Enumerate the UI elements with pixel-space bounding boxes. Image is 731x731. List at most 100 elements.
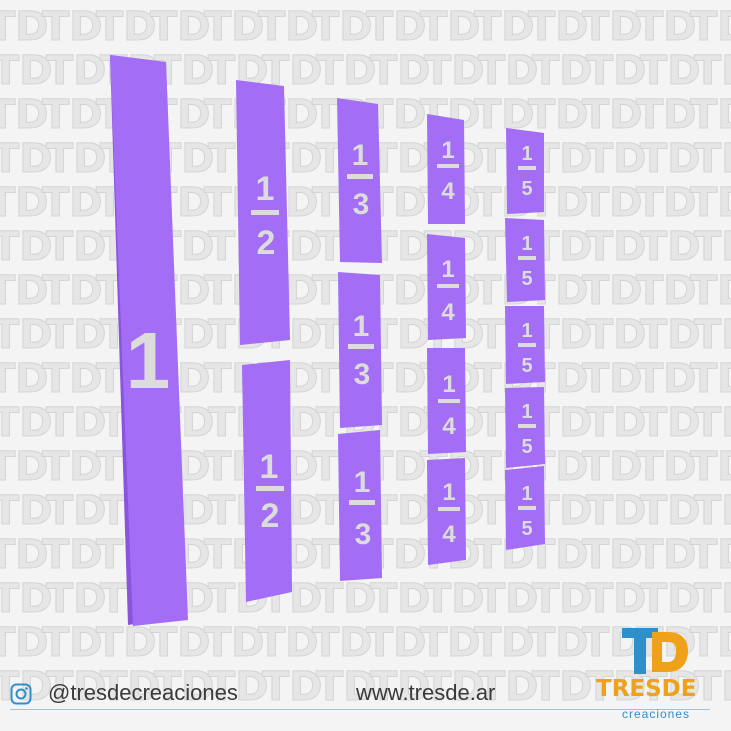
watermark-mark: TD [204, 620, 265, 666]
watermark-mark: TD [586, 48, 647, 94]
watermark-mark: TD [690, 532, 731, 578]
watermark-mark: TD [424, 576, 485, 622]
fourth-fraction-bar [438, 399, 460, 403]
watermark-mark: TD [0, 488, 53, 534]
watermark-mark: TD [46, 48, 107, 94]
watermark-mark: TD [0, 400, 53, 446]
watermark-mark: TD [46, 488, 107, 534]
watermark-mark: TD [640, 576, 701, 622]
fourth-numerator: 1 [441, 137, 454, 164]
watermark-mark: TD [586, 136, 647, 182]
fifth-denominator: 5 [521, 518, 532, 540]
watermark-mark: TD [96, 4, 157, 50]
fourth-piece: 1 4 [427, 234, 466, 340]
half-numerator: 1 [256, 170, 275, 208]
fourth-denominator: 4 [441, 178, 455, 205]
fifth-numerator: 1 [521, 401, 532, 423]
watermark-mark: TD [150, 4, 211, 50]
watermark-mark: TD [582, 356, 643, 402]
instagram-icon[interactable] [10, 683, 32, 705]
watermark-mark: TD [694, 576, 731, 622]
scene: TDTDTDTDTDTDTDTDTDTDTDTDTDTDTDTDTDTDTDTD… [0, 4, 731, 711]
watermark-mark: TD [586, 400, 647, 446]
watermark-mark: TD [46, 576, 107, 622]
fourth-numerator: 1 [441, 256, 454, 283]
watermark-mark: TD [582, 620, 643, 666]
watermark-mark: TD [424, 48, 485, 94]
watermark-mark: TD [636, 620, 697, 666]
watermark-mark: TD [694, 224, 731, 270]
whole-label: 1 [126, 316, 171, 405]
watermark-mark: TD [586, 224, 647, 270]
watermark-mark: TD [690, 4, 731, 50]
watermark-mark: TD [636, 532, 697, 578]
third-denominator: 3 [353, 188, 370, 221]
watermark-mark: TD [0, 312, 53, 358]
fifth-piece: 1 5 [505, 218, 545, 302]
watermark-mark: TD [258, 620, 319, 666]
watermark-mark: TD [690, 444, 731, 490]
watermark-mark: TD [366, 4, 427, 50]
fourth-denominator: 4 [442, 413, 456, 440]
thirds-column: 1 3 1 3 1 3 [337, 98, 382, 581]
watermark-mark: TD [586, 576, 647, 622]
fourth-fraction-bar [438, 507, 460, 511]
website-link[interactable]: www.tresde.ar [356, 680, 495, 706]
watermark-mark: TD [586, 312, 647, 358]
watermark-mark: TD [528, 4, 589, 50]
fifth-piece: 1 5 [506, 128, 544, 214]
watermark-mark: TD [474, 620, 535, 666]
watermark-mark: TD [312, 620, 373, 666]
watermark-mark: TD [636, 268, 697, 314]
watermark-mark: TD [636, 4, 697, 50]
watermark-mark: TD [532, 576, 593, 622]
watermark-mark: TD [370, 48, 431, 94]
watermark-mark: TD [42, 356, 103, 402]
watermark-mark: TD [46, 400, 107, 446]
fifth-numerator: 1 [521, 233, 532, 255]
third-denominator: 3 [354, 358, 371, 391]
watermark-mark: TD [42, 180, 103, 226]
watermark-mark: TD [366, 620, 427, 666]
watermark-mark: TD [640, 312, 701, 358]
watermark-mark: TD [694, 48, 731, 94]
instagram-handle[interactable]: @tresdecreaciones [48, 680, 238, 706]
watermark-mark: TD [582, 180, 643, 226]
watermark-mark: TD [46, 136, 107, 182]
third-fraction-bar [347, 174, 373, 179]
watermark-mark: TD [586, 488, 647, 534]
watermark-mark: TD [370, 576, 431, 622]
watermark-mark: TD [690, 180, 731, 226]
fifth-numerator: 1 [521, 143, 532, 165]
watermark-mark: TD [474, 4, 535, 50]
fifth-piece: 1 5 [505, 387, 545, 468]
watermark-mark: TD [640, 400, 701, 446]
fifth-denominator: 5 [521, 436, 532, 458]
watermark-mark: TD [690, 92, 731, 138]
fifth-fraction-bar [518, 424, 536, 428]
fourth-numerator: 1 [442, 371, 455, 398]
half-fraction-bar [251, 210, 279, 215]
watermark-mark: TD [316, 576, 377, 622]
watermark-mark: TD [690, 356, 731, 402]
watermark-mark: TD [42, 620, 103, 666]
watermark-mark: TD [694, 488, 731, 534]
third-piece: 1 3 [337, 98, 382, 263]
fifth-fraction-bar [518, 343, 536, 347]
watermark-mark: TD [42, 268, 103, 314]
watermark-mark: TD [582, 268, 643, 314]
watermark-mark: TD [46, 312, 107, 358]
half-piece: 1 2 [236, 80, 290, 345]
watermark-mark: TD [640, 136, 701, 182]
watermark-mark: TD [0, 48, 53, 94]
watermark-mark: TD [694, 400, 731, 446]
watermark-mark: TD [0, 136, 53, 182]
watermark-mark: TD [478, 576, 539, 622]
watermark-mark: TD [42, 532, 103, 578]
watermark-mark: TD [262, 664, 323, 710]
watermark-mark: TD [636, 356, 697, 402]
fourth-numerator: 1 [442, 479, 455, 506]
watermark-mark: TD [532, 664, 593, 710]
watermark-mark: TD [694, 664, 731, 710]
watermark-mark: TD [582, 92, 643, 138]
